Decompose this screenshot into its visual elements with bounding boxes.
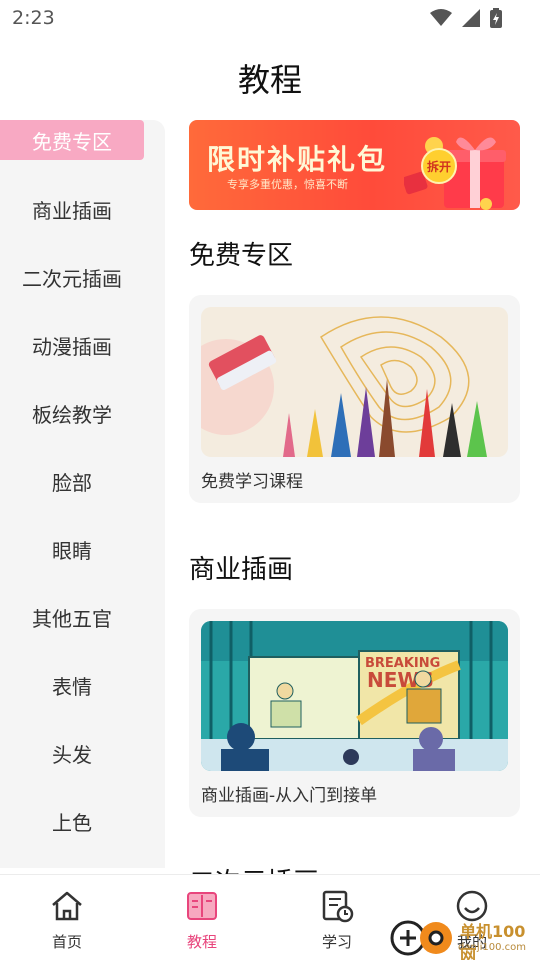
cellular-icon <box>462 9 480 27</box>
sidebar-item-label: 免费专区 <box>32 129 112 154</box>
sidebar-item-eyes[interactable]: 眼睛 <box>0 529 144 569</box>
section-title-free: 免费专区 <box>189 241 294 271</box>
tab-home[interactable]: 首页 <box>17 875 117 960</box>
sidebar-item-label: 其他五官 <box>32 606 112 631</box>
course-card-free[interactable]: 免费学习课程 <box>189 295 520 503</box>
sidebar-item-free-zone[interactable]: 免费专区 <box>0 120 144 160</box>
pencils-illustration <box>201 307 508 457</box>
sidebar-item-other-features[interactable]: 其他五官 <box>0 597 144 637</box>
wifi-icon <box>430 9 452 26</box>
open-gift-label: 拆开 <box>426 159 451 174</box>
sidebar-item-label: 商业插画 <box>32 198 112 223</box>
sidebar-item-label: 眼睛 <box>52 538 92 563</box>
breaking-news-illustration: BREAKING NEWS <box>201 621 508 771</box>
sidebar-item-label: 脸部 <box>52 470 92 495</box>
sidebar-item-label: 二次元插画 <box>22 266 122 291</box>
sidebar-item-anime-2d[interactable]: 二次元插画 <box>0 257 144 297</box>
sidebar-item-hair[interactable]: 头发 <box>0 733 144 773</box>
watermark-text-2: danji100.com <box>458 942 526 953</box>
study-icon <box>322 890 354 923</box>
banner-title: 限时补贴礼包 <box>207 143 388 176</box>
sidebar-item-commercial[interactable]: 商业插画 <box>0 189 144 229</box>
card-caption: 商业插画-从入门到接单 <box>201 786 378 806</box>
sidebar-item-face[interactable]: 脸部 <box>0 461 144 501</box>
sidebar-item-coloring[interactable]: 上色 <box>0 801 144 841</box>
sidebar-item-label: 表情 <box>52 674 92 699</box>
tab-study[interactable]: 学习 <box>287 875 387 960</box>
watermark-text-1: 单机100网 <box>460 922 526 960</box>
section-title-commercial: 商业插画 <box>189 555 294 585</box>
sidebar-item-label: 上色 <box>52 810 92 835</box>
status-bar: 2:23 <box>0 0 540 38</box>
watermark-logo <box>390 920 452 956</box>
tab-tutorials[interactable]: 教程 <box>152 875 252 960</box>
sidebar-item-cartoon[interactable]: 动漫插画 <box>0 325 144 365</box>
status-icons <box>430 8 502 28</box>
course-card-commercial[interactable]: BREAKING NEWS 商业插画-从入门到接单 <box>189 609 520 817</box>
sidebar-item-tablet-drawing[interactable]: 板绘教学 <box>0 393 144 433</box>
sidebar-item-label: 动漫插画 <box>32 334 112 359</box>
promo-banner[interactable]: 限时补贴礼包 专享多重优惠，惊喜不断 拆开 <box>189 120 520 210</box>
status-time: 2:23 <box>12 7 55 29</box>
book-icon <box>187 892 217 920</box>
site-watermark: 单机100网 danji100.com <box>388 918 538 960</box>
banner-subtitle: 专享多重优惠，惊喜不断 <box>227 178 348 191</box>
sidebar-item-label: 板绘教学 <box>32 402 112 427</box>
battery-icon <box>490 8 502 28</box>
card-caption: 免费学习课程 <box>201 472 303 492</box>
sidebar-item-label: 头发 <box>52 742 92 767</box>
tab-label: 学习 <box>321 933 352 951</box>
tab-label: 教程 <box>186 933 217 951</box>
tab-label: 首页 <box>51 933 82 951</box>
open-gift-button[interactable]: 拆开 <box>421 148 457 184</box>
page-title: 教程 <box>237 61 302 99</box>
category-sidebar: 免费专区 商业插画 二次元插画 动漫插画 板绘教学 脸部 眼睛 其他五官 表情 … <box>0 120 165 868</box>
sidebar-item-expressions[interactable]: 表情 <box>0 665 144 705</box>
home-icon <box>52 891 82 921</box>
